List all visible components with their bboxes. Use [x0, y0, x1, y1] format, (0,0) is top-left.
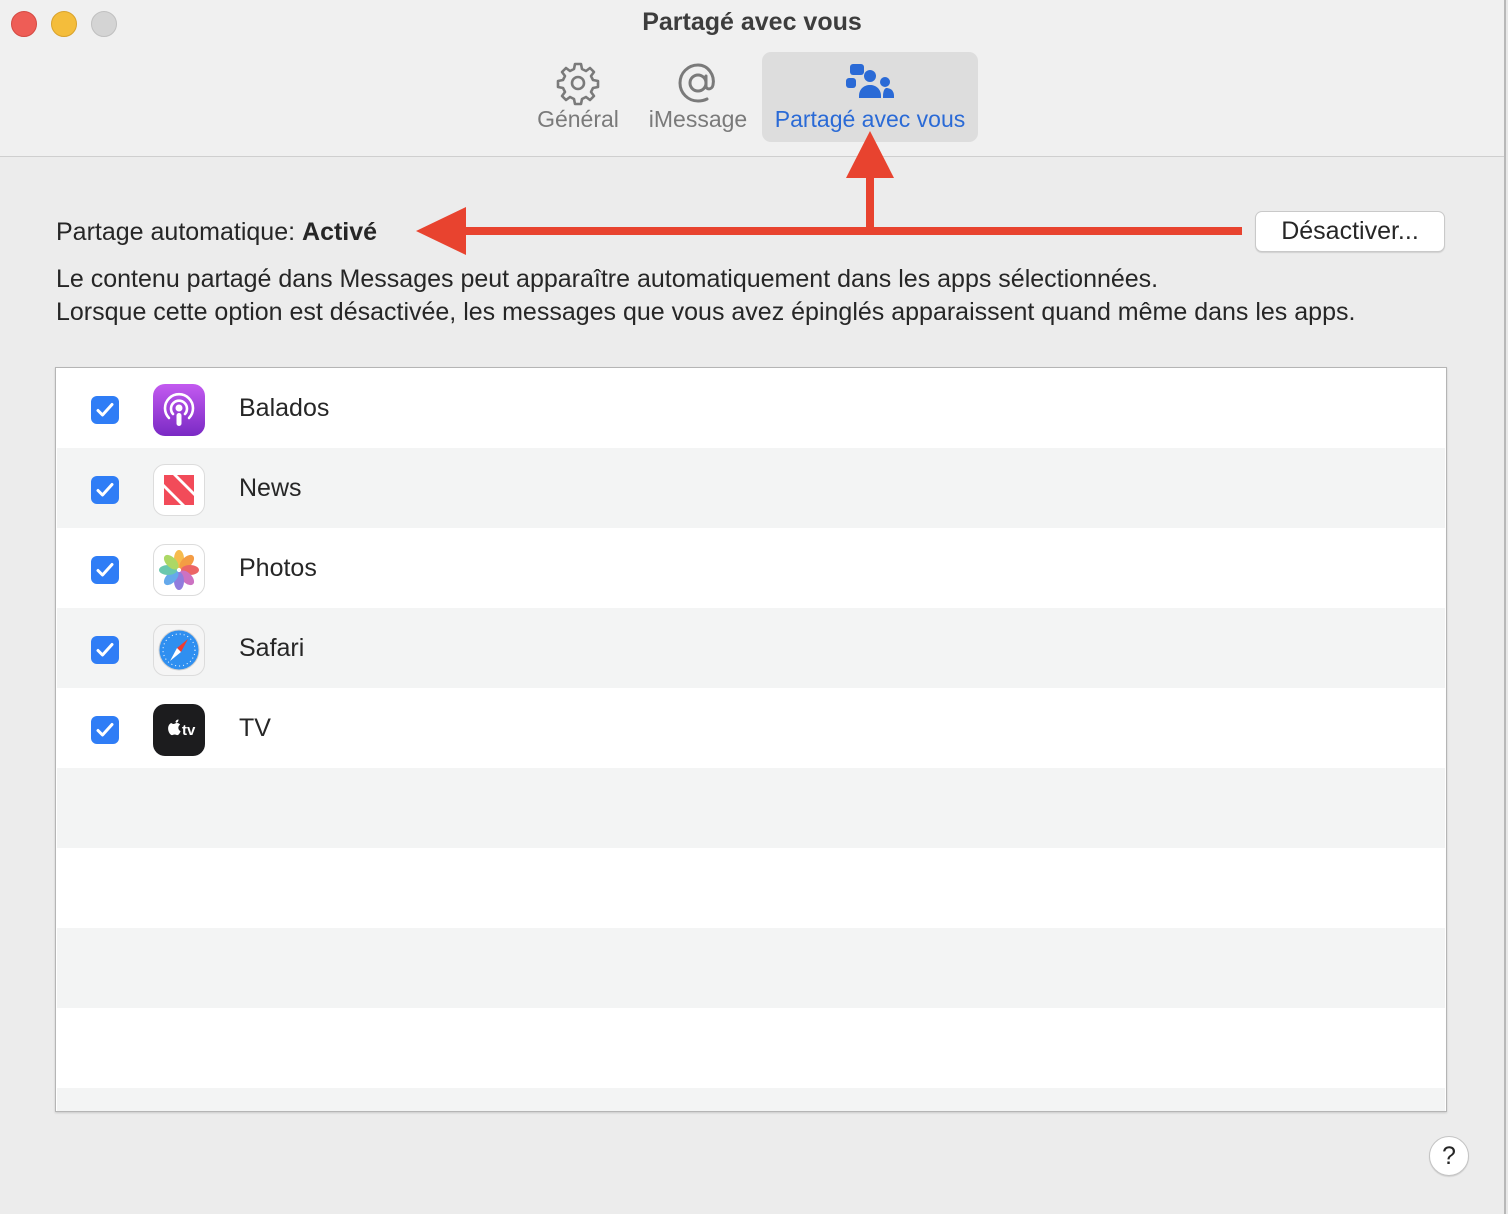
news-icon	[153, 464, 205, 516]
empty-row	[57, 848, 1445, 928]
list-item: Safari	[57, 608, 1445, 688]
apple-tv-icon: tv	[153, 704, 205, 756]
titlebar: Partagé avec vous Général iMessage Parta…	[0, 0, 1504, 157]
list-item: Balados	[57, 368, 1445, 448]
checkmark-icon	[96, 643, 114, 657]
disable-button[interactable]: Désactiver...	[1255, 211, 1445, 252]
tab-general[interactable]: Général	[528, 52, 628, 142]
tv-logo-text: tv	[182, 722, 196, 739]
description-line-1: Le contenu partagé dans Messages peut ap…	[56, 265, 1159, 293]
empty-row	[57, 1008, 1445, 1088]
empty-row	[57, 768, 1445, 848]
app-name: TV	[239, 714, 271, 742]
checkbox-photos[interactable]	[91, 556, 119, 584]
checkbox-balados[interactable]	[91, 396, 119, 424]
safari-icon	[153, 624, 205, 676]
description-line-2: Lorsque cette option est désactivée, les…	[56, 298, 1356, 326]
checkbox-news[interactable]	[91, 476, 119, 504]
empty-row	[57, 928, 1445, 1008]
app-name: Photos	[239, 554, 317, 582]
settings-window: Partagé avec vous Général iMessage Parta…	[0, 0, 1506, 1214]
checkmark-icon	[96, 563, 114, 577]
checkmark-icon	[96, 403, 114, 417]
checkbox-tv[interactable]	[91, 716, 119, 744]
auto-sharing-status: Partage automatique: Activé	[56, 218, 377, 247]
checkmark-icon	[96, 483, 114, 497]
tab-imessage[interactable]: iMessage	[640, 52, 756, 142]
checkmark-icon	[96, 723, 114, 737]
window-title: Partagé avec vous	[642, 8, 862, 36]
gear-icon	[555, 60, 601, 112]
photos-icon	[153, 544, 205, 596]
tab-shared-label: Partagé avec vous	[774, 106, 966, 132]
app-name: News	[239, 474, 302, 502]
auto-sharing-value: Activé	[302, 218, 378, 246]
shared-with-you-icon	[844, 60, 896, 112]
apps-list: Balados News Photos Safari tv TV	[55, 367, 1447, 1112]
list-item: tv TV	[57, 688, 1445, 768]
checkbox-safari[interactable]	[91, 636, 119, 664]
tab-imessage-label: iMessage	[648, 106, 748, 132]
tab-general-label: Général	[537, 106, 619, 132]
tab-shared-with-you[interactable]: Partagé avec vous	[762, 52, 978, 142]
podcasts-icon	[153, 384, 205, 436]
list-item: Photos	[57, 528, 1445, 608]
at-sign-icon	[675, 60, 721, 112]
list-item: News	[57, 448, 1445, 528]
auto-sharing-label: Partage automatique:	[56, 218, 296, 246]
help-button[interactable]: ?	[1429, 1136, 1469, 1176]
app-name: Balados	[239, 394, 330, 422]
app-name: Safari	[239, 634, 305, 662]
empty-row	[57, 1088, 1445, 1111]
